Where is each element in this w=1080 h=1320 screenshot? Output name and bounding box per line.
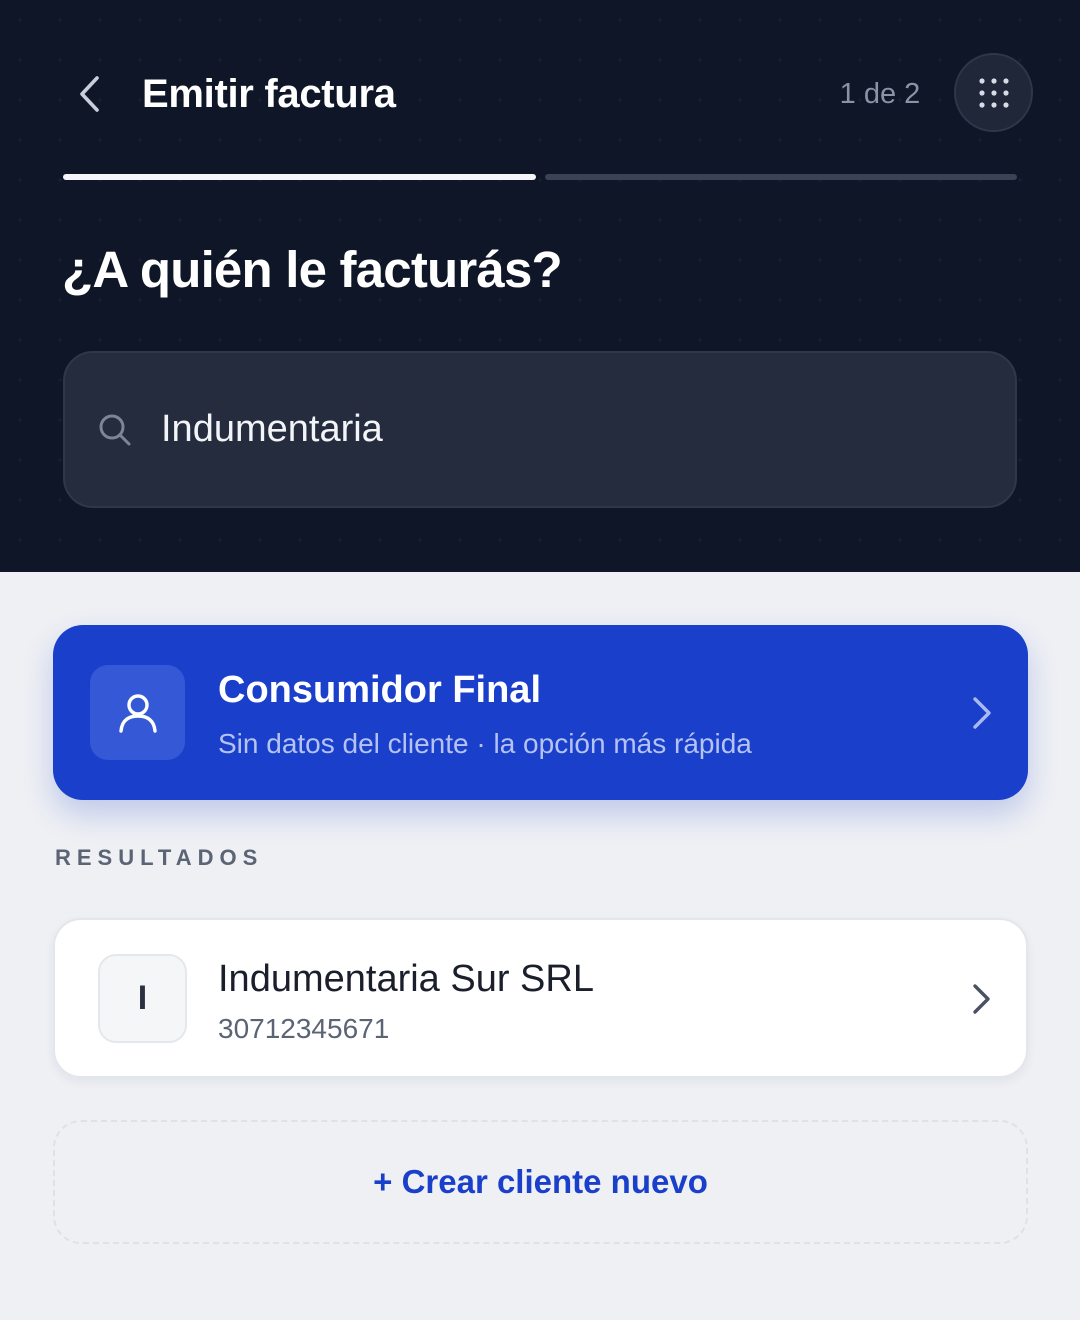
result-tax-id: 30712345671 — [218, 1013, 390, 1044]
question-heading: ¿A quién le facturás? — [62, 241, 563, 298]
results-label: RESULTADOS — [55, 845, 264, 870]
user-icon — [118, 693, 157, 733]
result-avatar: I — [98, 954, 187, 1043]
chevron-left-icon — [80, 76, 99, 112]
consumidor-final-card[interactable]: Consumidor Final Sin datos del cliente ·… — [53, 625, 1028, 800]
progress-step-1 — [63, 174, 536, 180]
search-field[interactable] — [63, 351, 1017, 508]
consumidor-final-avatar — [90, 665, 185, 760]
progress-step-2 — [545, 174, 1017, 180]
menu-button[interactable] — [954, 53, 1033, 132]
consumidor-final-title: Consumidor Final — [218, 669, 541, 711]
result-item[interactable]: I Indumentaria Sur SRL 30712345671 — [53, 918, 1028, 1078]
create-client-button[interactable]: + Crear cliente nuevo — [53, 1120, 1028, 1244]
search-icon — [99, 414, 131, 446]
search-input[interactable] — [161, 397, 981, 461]
result-name: Indumentaria Sur SRL — [218, 958, 594, 1000]
page-title: Emitir factura — [142, 72, 396, 116]
chevron-right-icon — [973, 984, 990, 1014]
chevron-right-icon — [973, 697, 991, 729]
grid-dots-icon — [978, 77, 1009, 108]
back-button[interactable] — [66, 70, 114, 118]
consumidor-final-subtitle: Sin datos del cliente · la opción más rá… — [218, 728, 752, 759]
step-indicator: 1 de 2 — [839, 78, 921, 110]
header: Emitir factura 1 de 2 ¿A quién le factur… — [0, 0, 1080, 572]
